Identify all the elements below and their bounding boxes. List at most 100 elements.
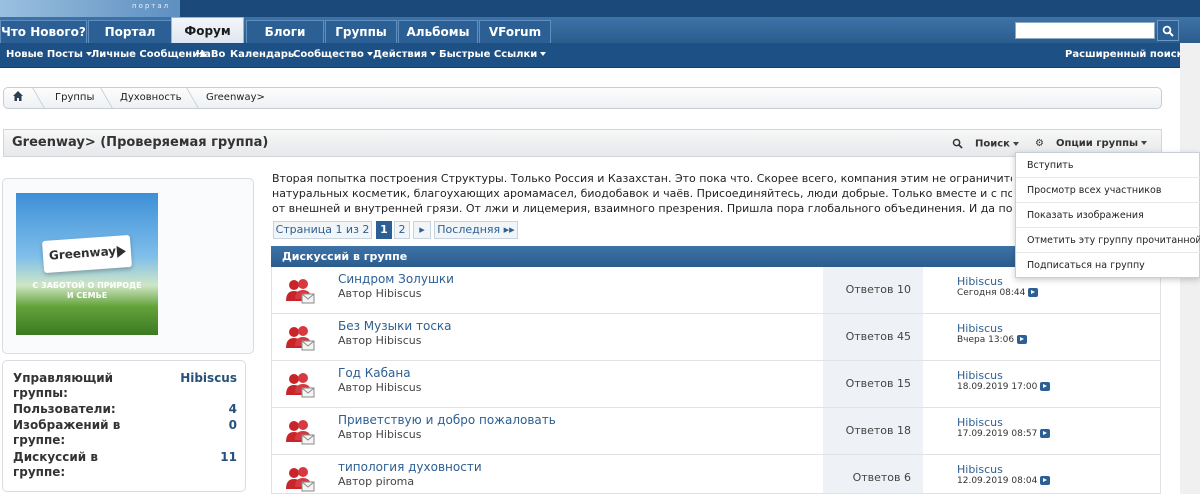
dropdown-arrow-icon <box>430 52 437 56</box>
group-options-menu: Вступить Просмотр всех участников Показа… <box>1015 152 1200 278</box>
breadcrumb-current: Greenway> <box>206 92 265 103</box>
search-icon <box>952 138 963 149</box>
group-stats-panel: Управляющий группы: Hibiscus Пользовател… <box>2 360 246 492</box>
dropdown-arrow-icon <box>540 52 547 56</box>
last-post-date: Вчера 13:06 <box>957 335 1028 345</box>
last-page-button[interactable]: Последняя ▸▸ <box>434 221 518 239</box>
tab-forum[interactable]: Форум <box>171 17 244 43</box>
subnav-private-messages[interactable]: Личные Сообщения <box>91 49 206 60</box>
description-line: от внешней и внутренней грязи. От лжи и … <box>272 202 1012 215</box>
page-1-button[interactable]: 1 <box>376 221 392 239</box>
group-options-button[interactable]: ⚙ Опции группы <box>1035 138 1148 149</box>
page-info[interactable]: Страница 1 из 2 <box>273 221 372 239</box>
subnav-community[interactable]: Сообщество <box>293 49 373 60</box>
subnav-label: Сообщество <box>293 49 364 60</box>
tab-albums[interactable]: Альбомы <box>398 20 478 43</box>
menu-mark-read[interactable]: Отметить эту группу прочитанной <box>1016 228 1200 253</box>
group-search-button[interactable]: Поиск <box>952 138 1019 150</box>
logo-arrow-icon <box>116 245 127 258</box>
discussion-title-link[interactable]: Синдром Золушки <box>338 272 454 286</box>
discussion-title-link[interactable]: Год Кабана <box>338 366 411 380</box>
tab-portal[interactable]: Портал <box>88 20 172 43</box>
stat-label: Изображений в группе: <box>13 418 121 447</box>
search-button[interactable] <box>1157 20 1179 41</box>
next-page-button[interactable]: ▸ <box>413 221 431 239</box>
group-options-label: Опции группы <box>1055 138 1139 149</box>
last-post-date-text: Сегодня 08:44 <box>957 288 1026 298</box>
discussion-author: Автор Hibiscus <box>338 287 422 300</box>
go-to-last-post-icon[interactable] <box>1040 429 1051 438</box>
tab-groups[interactable]: Группы <box>325 20 397 43</box>
discussion-title-link[interactable]: Приветствую и добро пожаловать <box>338 413 556 427</box>
go-to-last-post-icon[interactable] <box>1040 382 1051 391</box>
last-post-user-link[interactable]: Hibiscus <box>957 416 1003 429</box>
menu-show-images[interactable]: Показать изображения <box>1016 203 1200 228</box>
group-discussion-icon <box>286 373 315 398</box>
page-title: Greenway> (Проверяемая группа) <box>12 135 269 150</box>
stat-manager: Управляющий группы: Hibiscus <box>13 371 241 401</box>
stat-images: Изображений в группе: 0 <box>13 418 241 448</box>
menu-join[interactable]: Вступить <box>1016 153 1200 178</box>
group-discussion-icon <box>286 420 315 445</box>
subnav-calendar[interactable]: Календарь <box>230 49 294 60</box>
last-post-user-link[interactable]: Hibiscus <box>957 369 1003 382</box>
go-to-last-post-icon[interactable] <box>1017 335 1028 344</box>
last-post-date: 17.09.2019 08:57 <box>957 429 1051 439</box>
subnav-actions[interactable]: Действия <box>373 49 437 60</box>
tab-vforum[interactable]: VForum <box>479 20 551 43</box>
advanced-search-link[interactable]: Расширенный поиск <box>1065 49 1183 60</box>
breadcrumb: Группы Духовность Greenway> <box>3 87 1162 109</box>
subnav-label: Действия <box>373 49 428 60</box>
menu-subscribe[interactable]: Подписаться на группу <box>1016 253 1200 278</box>
discussion-replies: Ответов 6 <box>823 455 923 493</box>
stat-value: 11 <box>220 450 237 464</box>
subnav-new-posts[interactable]: Новые Посты <box>6 49 92 60</box>
stat-label: Управляющий группы: <box>13 371 114 400</box>
last-post-date: Сегодня 08:44 <box>957 288 1039 298</box>
last-post-user-link[interactable]: Hibiscus <box>957 322 1003 335</box>
logo-slogan-line: И СЕМЬЕ <box>66 291 108 300</box>
group-search-label: Поиск <box>975 138 1010 150</box>
quick-search-input[interactable] <box>1015 22 1155 39</box>
breadcrumb-spirituality[interactable]: Духовность <box>120 88 182 108</box>
table-row: Без Музыки тоска Автор Hibiscus Ответов … <box>271 314 1161 361</box>
tab-blogs[interactable]: Блоги <box>246 20 324 43</box>
menu-view-members[interactable]: Просмотр всех участников <box>1016 178 1200 203</box>
table-row: Год Кабана Автор Hibiscus Ответов 15 Hib… <box>271 361 1161 408</box>
subnav-label: Новые Посты <box>6 49 83 60</box>
logo-slogan: С ЗАБОТОЙ О ПРИРОДЕ И СЕМЬЕ <box>16 281 158 301</box>
tab-whats-new[interactable]: Что Нового? <box>0 20 87 43</box>
discussion-title-link[interactable]: Без Музыки тоска <box>338 319 452 333</box>
breadcrumb-groups[interactable]: Группы <box>55 88 94 108</box>
discussion-author: Автор Hibiscus <box>338 381 422 394</box>
search-icon <box>1162 25 1174 37</box>
last-post-date-text: 12.09.2019 08:04 <box>957 476 1038 486</box>
group-title-bar: Greenway> (Проверяемая группа) Поиск ⚙ Оп… <box>3 129 1162 157</box>
discussion-replies: Ответов 45 <box>823 314 923 360</box>
greenway-logo: Greenway <box>41 234 133 274</box>
top-banner: портал <box>0 0 1200 17</box>
group-description: Вторая попытка построения Структуры. Тол… <box>272 171 1012 216</box>
dropdown-arrow-icon <box>1012 141 1019 146</box>
group-discussion-icon <box>286 326 315 351</box>
last-post-date: 18.09.2019 17:00 <box>957 382 1051 392</box>
gear-icon: ⚙ <box>1035 138 1044 149</box>
stat-value: 4 <box>228 402 237 416</box>
stat-value: 0 <box>228 418 237 432</box>
group-discussion-icon <box>286 279 315 304</box>
go-to-last-post-icon[interactable] <box>1028 288 1039 297</box>
description-line: натуральных косметик, благоухающих арома… <box>272 187 1012 200</box>
discussion-title-link[interactable]: типология духовности <box>338 460 482 474</box>
discussion-author: Автор Hibiscus <box>338 428 422 441</box>
subnav-faq[interactable]: ЧаВо <box>196 49 225 60</box>
site-logo[interactable]: портал <box>0 0 180 17</box>
page-2-button[interactable]: 2 <box>394 221 410 239</box>
last-post-user-link[interactable]: Hibiscus <box>957 275 1003 288</box>
subnav-quick-links[interactable]: Быстрые Ссылки <box>439 49 547 60</box>
stat-label: Дискуссий в группе: <box>13 450 98 479</box>
go-to-last-post-icon[interactable] <box>1040 476 1051 485</box>
dropdown-arrow-icon <box>1141 141 1148 145</box>
manager-link[interactable]: Hibiscus <box>180 371 237 386</box>
dropdown-arrow-icon <box>366 52 373 56</box>
last-post-user-link[interactable]: Hibiscus <box>957 463 1003 476</box>
